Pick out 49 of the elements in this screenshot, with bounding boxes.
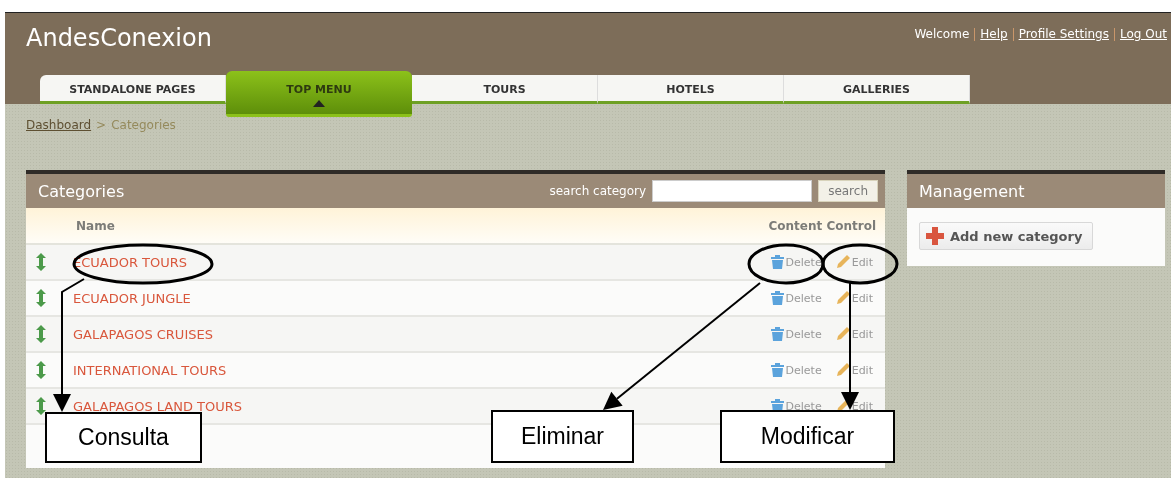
callout-label: Modificar — [720, 410, 895, 463]
nav-tab[interactable]: STANDALONE PAGES — [40, 75, 226, 104]
category-link[interactable]: GALAPAGOS CRUISES — [73, 326, 757, 342]
pencil-icon — [835, 363, 850, 377]
header-link[interactable]: Profile Settings — [1018, 27, 1109, 41]
edit-link[interactable]: Edit — [835, 291, 873, 305]
reorder-arrow-icon[interactable] — [36, 361, 46, 379]
panel-title: Categories — [38, 181, 125, 201]
nav-tab[interactable]: TOP MENU — [226, 71, 412, 117]
caret-icon — [313, 100, 325, 107]
breadcrumb-separator: > — [96, 118, 107, 132]
column-label: Content Control — [768, 218, 876, 233]
search-label: search category — [549, 184, 647, 198]
site-title: AndesConexion — [26, 24, 212, 52]
breadcrumb-link[interactable]: Dashboard — [26, 118, 92, 132]
trash-icon — [770, 255, 784, 269]
category-link[interactable]: ECUADOR JUNGLE — [73, 290, 757, 306]
breadcrumb-current: Categories — [111, 118, 176, 132]
reorder-arrow-icon[interactable] — [36, 325, 46, 343]
edit-link[interactable]: Edit — [835, 363, 873, 377]
category-link[interactable]: INTERNATIONAL TOURS — [73, 362, 757, 378]
add-category-button[interactable]: Add new category — [919, 222, 1094, 250]
nav-tab[interactable]: TOURS — [412, 75, 598, 104]
reorder-arrow-icon[interactable] — [36, 397, 46, 415]
reorder-arrow-icon[interactable] — [36, 253, 46, 271]
panel-title: Management — [919, 181, 1025, 201]
trash-icon — [770, 363, 784, 377]
delete-link[interactable]: Delete — [770, 291, 822, 305]
search-field[interactable] — [652, 180, 813, 202]
callout-label: Consulta — [45, 412, 202, 463]
search-button[interactable]: search — [818, 180, 878, 202]
trash-icon — [770, 327, 784, 341]
trash-icon — [770, 291, 784, 305]
delete-link[interactable]: Delete — [770, 363, 822, 377]
header-link[interactable]: Log Out — [1120, 27, 1167, 41]
pencil-icon — [835, 291, 850, 305]
pencil-icon — [835, 255, 850, 269]
plus-icon — [926, 227, 944, 245]
edit-link[interactable]: Edit — [835, 327, 873, 341]
header-link[interactable]: Help — [980, 27, 1008, 41]
reorder-arrow-icon[interactable] — [36, 289, 46, 307]
pencil-icon — [835, 327, 850, 341]
welcome-text: Welcome — [914, 27, 970, 41]
nav-tab[interactable]: HOTELS — [598, 75, 784, 104]
callout-label: Eliminar — [491, 410, 634, 463]
delete-link[interactable]: Delete — [770, 327, 822, 341]
column-label: Name — [76, 218, 115, 233]
nav-tab[interactable]: GALLERIES — [784, 75, 970, 104]
edit-link[interactable]: Edit — [835, 255, 873, 269]
